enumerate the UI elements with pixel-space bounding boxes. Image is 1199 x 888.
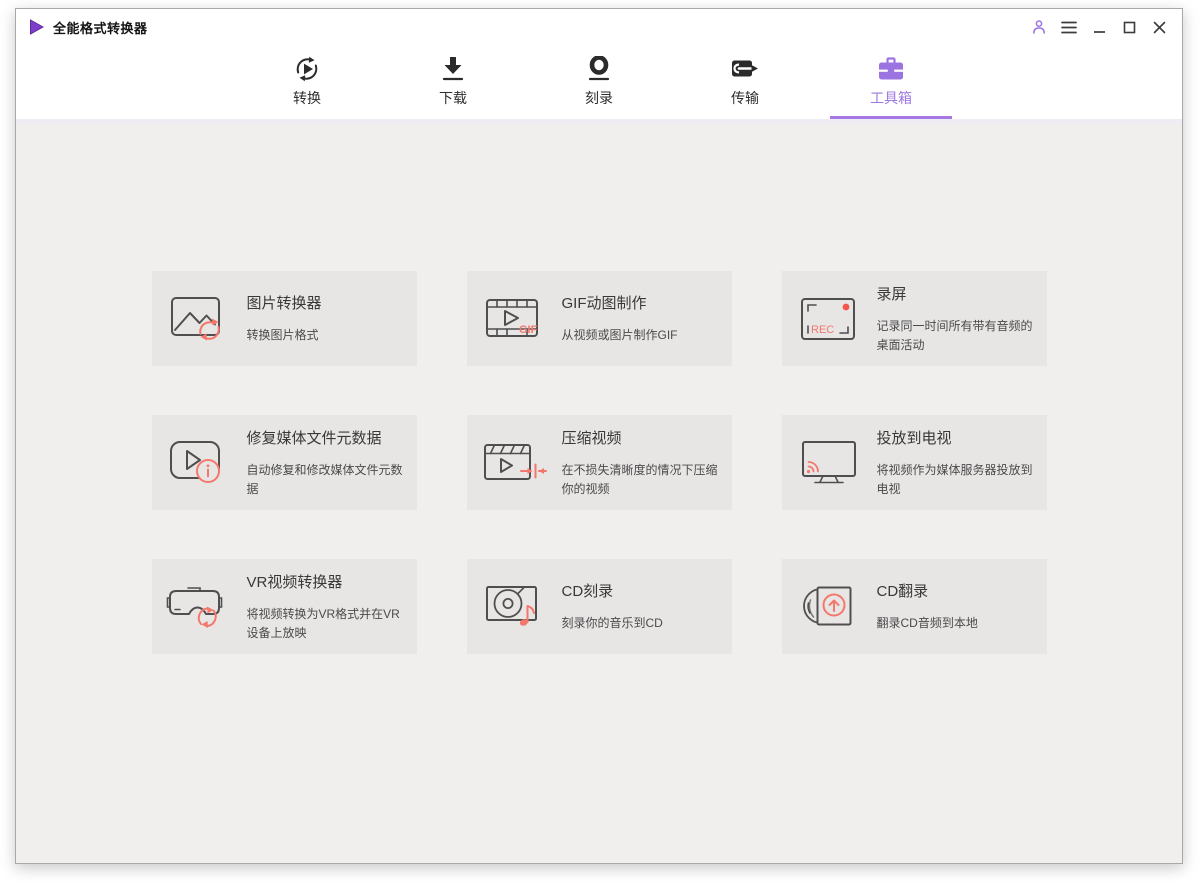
- tab-label: 下载: [439, 90, 467, 106]
- tab-label: 转换: [293, 90, 321, 106]
- card-desc: 记录同一时间所有带有音频的桌面活动: [876, 318, 1033, 352]
- app-title: 全能格式转换器: [53, 20, 148, 36]
- app-window: 全能格式转换器 转换 下载 刻录 传输 工具箱 图片转换器 转换图片格式 GIF…: [15, 8, 1183, 864]
- card-vr-converter[interactable]: VR视频转换器 将视频转换为VR格式并在VR设备上放映: [151, 559, 417, 654]
- rec-label: REC: [811, 324, 834, 336]
- compress-video-icon: [467, 434, 562, 492]
- tab-label: 传输: [731, 90, 759, 106]
- card-title: 修复媒体文件元数据: [246, 429, 382, 447]
- transfer-icon: [731, 54, 759, 84]
- card-desc: 从视频或图片制作GIF: [561, 328, 678, 343]
- download-icon: [441, 54, 465, 84]
- card-image-converter[interactable]: 图片转换器 转换图片格式: [151, 271, 417, 366]
- image-converter-icon: [152, 290, 247, 348]
- fix-metadata-icon: [152, 434, 247, 492]
- minimize-icon[interactable]: [1090, 18, 1108, 36]
- maximize-icon[interactable]: [1120, 18, 1138, 36]
- close-icon[interactable]: [1150, 18, 1168, 36]
- menu-icon[interactable]: [1060, 18, 1078, 36]
- cast-tv-icon: [782, 434, 877, 492]
- app-logo-icon: [30, 19, 44, 35]
- card-title: 图片转换器: [246, 295, 322, 313]
- cd-burn-icon: [467, 578, 562, 636]
- tab-toolbox[interactable]: 工具箱: [830, 45, 952, 119]
- window-controls: [1030, 18, 1168, 36]
- card-cd-burn[interactable]: CD刻录 刻录你的音乐到CD: [466, 559, 732, 654]
- toolbox-panel: 图片转换器 转换图片格式 GIF GIF动图制作 从视频或图片制作GIF REC…: [16, 124, 1182, 863]
- cd-rip-icon: [782, 578, 877, 636]
- card-title: 压缩视频: [561, 429, 622, 447]
- convert-icon: [293, 54, 321, 84]
- tab-burn[interactable]: 刻录: [542, 45, 656, 119]
- card-compress-video[interactable]: 压缩视频 在不损失清晰度的情况下压缩你的视频: [466, 415, 732, 510]
- card-desc: 转换图片格式: [246, 328, 319, 343]
- tab-transfer[interactable]: 传输: [688, 45, 802, 119]
- card-desc: 自动修复和修改媒体文件元数据: [246, 462, 403, 496]
- card-desc: 将视频作为媒体服务器投放到电视: [876, 462, 1033, 496]
- main-nav: 转换 下载 刻录 传输 工具箱: [16, 45, 1182, 119]
- tab-convert[interactable]: 转换: [250, 45, 364, 119]
- tool-grid: 图片转换器 转换图片格式 GIF GIF动图制作 从视频或图片制作GIF REC…: [16, 124, 1182, 654]
- card-fix-metadata[interactable]: 修复媒体文件元数据 自动修复和修改媒体文件元数据: [151, 415, 417, 510]
- tab-download[interactable]: 下载: [396, 45, 510, 119]
- tab-label: 刻录: [585, 90, 613, 106]
- account-icon[interactable]: [1030, 18, 1048, 36]
- tab-label: 工具箱: [870, 90, 912, 106]
- card-title: CD翻录: [876, 583, 929, 601]
- card-title: 投放到电视: [876, 429, 952, 447]
- card-desc: 在不损失清晰度的情况下压缩你的视频: [561, 462, 718, 496]
- burn-icon: [587, 54, 611, 84]
- card-title: GIF动图制作: [561, 295, 647, 313]
- card-gif-maker[interactable]: GIF GIF动图制作 从视频或图片制作GIF: [466, 271, 732, 366]
- card-title: VR视频转换器: [246, 573, 343, 591]
- card-cd-rip[interactable]: CD翻录 翻录CD音频到本地: [781, 559, 1047, 654]
- card-cast-tv[interactable]: 投放到电视 将视频作为媒体服务器投放到电视: [781, 415, 1047, 510]
- gif-label: GIF: [519, 324, 538, 336]
- card-desc: 刻录你的音乐到CD: [561, 616, 663, 631]
- vr-converter-icon: [152, 578, 247, 636]
- title-bar: 全能格式转换器: [16, 9, 1182, 45]
- screen-record-icon: REC: [782, 290, 877, 348]
- card-screen-record[interactable]: REC 录屏 记录同一时间所有带有音频的桌面活动: [781, 271, 1047, 366]
- card-desc: 翻录CD音频到本地: [876, 616, 978, 631]
- toolbox-icon: [877, 54, 905, 84]
- card-desc: 将视频转换为VR格式并在VR设备上放映: [246, 606, 400, 640]
- card-title: CD刻录: [561, 583, 614, 601]
- card-title: 录屏: [876, 285, 907, 303]
- gif-maker-icon: GIF: [467, 290, 562, 348]
